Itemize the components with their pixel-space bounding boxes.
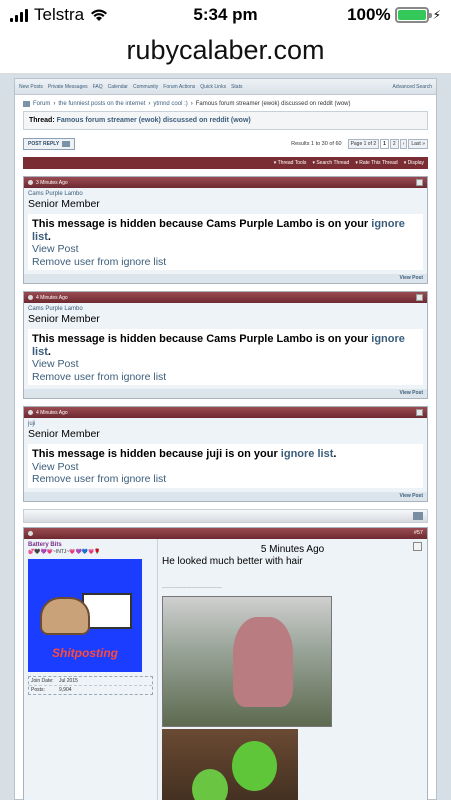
user-sidebar: Battery Bits 💕🖤💜💗~INTJ~💗💜💙💗🌹 Shitposting… — [24, 538, 158, 800]
breadcrumb-current: Famous forum streamer (ewok) discussed o… — [195, 101, 351, 107]
nav-new-posts[interactable]: New Posts — [19, 84, 43, 90]
hidden-message: This message is hidden because Cams Purp… — [32, 333, 405, 358]
view-post-link[interactable]: View Post — [32, 358, 419, 371]
post-divider — [23, 508, 428, 523]
nav-faq[interactable]: FAQ — [93, 84, 103, 90]
view-post-footer-link[interactable]: View Post — [24, 389, 427, 398]
carrier-label: Telstra — [34, 5, 85, 24]
thread-tools-menu[interactable]: Thread Tools — [274, 160, 307, 166]
post-select-checkbox[interactable] — [416, 179, 423, 186]
remove-ignore-link[interactable]: Remove user from ignore list — [32, 256, 419, 269]
post-content: 5 Minutes Ago He looked much better with… — [158, 539, 427, 800]
page-last[interactable]: Last » — [408, 139, 428, 149]
post-select-checkbox[interactable] — [416, 294, 423, 301]
hidden-post: 4 Minutes Ago Cams Purple Lambo Senior M… — [23, 291, 428, 399]
charging-icon: ⚡ — [432, 8, 441, 22]
forum-navbar: New Posts Private Messages FAQ Calendar … — [15, 79, 436, 95]
post-username[interactable]: juji — [28, 421, 423, 427]
hidden-message: This message is hidden because juji is o… — [32, 448, 337, 460]
signal-icon — [10, 8, 28, 22]
post-username[interactable]: Cams Purple Lambo — [28, 306, 423, 312]
join-date-label: Join Date: — [31, 677, 54, 684]
embedded-gif[interactable] — [162, 728, 298, 800]
user-title: Senior Member — [28, 313, 100, 325]
wifi-icon — [91, 9, 108, 21]
address-bar[interactable]: rubycalaber.com — [0, 30, 451, 74]
thread-title-box: Thread: Famous forum streamer (ewok) dis… — [23, 111, 428, 130]
avatar[interactable]: Shitposting — [28, 558, 142, 672]
nav-forum-actions[interactable]: Forum Actions — [163, 84, 195, 90]
results-count: Results 1 to 30 of 60 — [291, 141, 342, 147]
post-username[interactable]: Cams Purple Lambo — [28, 191, 423, 197]
nav-community[interactable]: Community — [133, 84, 158, 90]
post-select-checkbox[interactable] — [416, 409, 423, 416]
view-post-link[interactable]: View Post — [32, 461, 419, 474]
cat-illustration — [40, 596, 90, 635]
hidden-post: 3 Minutes Ago Cams Purple Lambo Senior M… — [23, 176, 428, 284]
thread-title[interactable]: Famous forum streamer (ewok) discussed o… — [57, 117, 251, 124]
user-title: Senior Member — [28, 428, 100, 440]
user-stats: Join Date: Jul 2015 Posts: 9,904 — [28, 675, 153, 695]
edit-post-icon[interactable] — [413, 541, 422, 551]
page-2[interactable]: 2 — [389, 139, 399, 149]
nav-calendar[interactable]: Calendar — [108, 84, 128, 90]
nav-quick-links[interactable]: Quick Links — [200, 84, 226, 90]
clock-icon — [28, 410, 33, 415]
view-post-footer-link[interactable]: View Post — [24, 491, 427, 501]
pagination: Page 1 of 2 1 2 › Last » — [347, 139, 428, 149]
ignore-list-link[interactable]: ignore list — [281, 448, 334, 460]
posts-label: Posts: — [31, 686, 45, 693]
post-time: 3 Minutes Ago — [36, 179, 68, 186]
rate-thread-menu[interactable]: Rate This Thread — [355, 160, 397, 166]
status-bar: Telstra 5:34 pm 100% ⚡ — [0, 0, 451, 30]
hidden-post: 4 Minutes Ago juji Senior Member This me… — [23, 406, 428, 502]
forum-post: #57 Battery Bits 💕🖤💜💗~INTJ~💗💜💙💗🌹 Shitpos… — [23, 526, 428, 800]
thread-label: Thread: — [29, 117, 55, 124]
remove-ignore-link[interactable]: Remove user from ignore list — [32, 371, 419, 384]
user-tagline: 💕🖤💜💗~INTJ~💗💜💙💗🌹 — [28, 548, 101, 555]
user-title: Senior Member — [28, 198, 100, 210]
display-menu[interactable]: Display — [404, 160, 424, 166]
reply-icon — [62, 141, 71, 147]
post-time: 4 Minutes Ago — [36, 294, 68, 301]
clock-icon — [28, 530, 33, 536]
view-post-footer-link[interactable]: View Post — [24, 274, 427, 283]
page-1[interactable]: 1 — [380, 139, 389, 149]
battery-percent: 100% — [347, 5, 391, 24]
forum-page: New Posts Private Messages FAQ Calendar … — [0, 74, 451, 800]
thread-actions: POST REPLY Results 1 to 30 of 60 Page 1 … — [23, 138, 428, 150]
page-info[interactable]: Page 1 of 2 — [347, 139, 380, 149]
nav-stats[interactable]: Stats — [231, 84, 242, 90]
signature-separator: ------------------------------------ — [162, 584, 222, 591]
embedded-gif[interactable] — [162, 595, 332, 727]
home-icon[interactable] — [23, 101, 30, 107]
post-username[interactable]: Battery Bits — [28, 542, 153, 548]
avatar-caption: Shitposting — [52, 645, 118, 660]
scroll-up-icon[interactable] — [413, 511, 423, 520]
page-next[interactable]: › — [399, 139, 408, 149]
posts-value: 9,904 — [59, 686, 72, 693]
nav-private-messages[interactable]: Private Messages — [48, 84, 88, 90]
post-time: 5 Minutes Ago — [260, 543, 325, 555]
post-number[interactable]: #57 — [414, 530, 423, 536]
post-time: 4 Minutes Ago — [36, 409, 68, 416]
post-reply-button[interactable]: POST REPLY — [23, 138, 76, 150]
join-date-value: Jul 2015 — [59, 677, 78, 684]
clock-icon — [28, 180, 33, 185]
breadcrumb-subsection[interactable]: ytmnd cool :) — [153, 101, 187, 107]
post-text: He looked much better with hair — [162, 555, 303, 567]
breadcrumb: Forum › the funniest posts on the intern… — [23, 101, 428, 107]
hidden-message: This message is hidden because Cams Purp… — [32, 218, 405, 243]
remove-ignore-link[interactable]: Remove user from ignore list — [32, 473, 419, 486]
nav-advanced-search[interactable]: Advanced Search — [393, 84, 432, 90]
breadcrumb-section[interactable]: the funniest posts on the internet — [58, 101, 145, 107]
view-post-link[interactable]: View Post — [32, 243, 419, 256]
search-thread-menu[interactable]: Search Thread — [312, 160, 349, 166]
thread-tools-bar: Thread Tools Search Thread Rate This Thr… — [23, 157, 428, 169]
clock-icon — [28, 295, 33, 300]
breadcrumb-forum[interactable]: Forum — [33, 101, 50, 107]
battery-icon — [394, 7, 432, 23]
